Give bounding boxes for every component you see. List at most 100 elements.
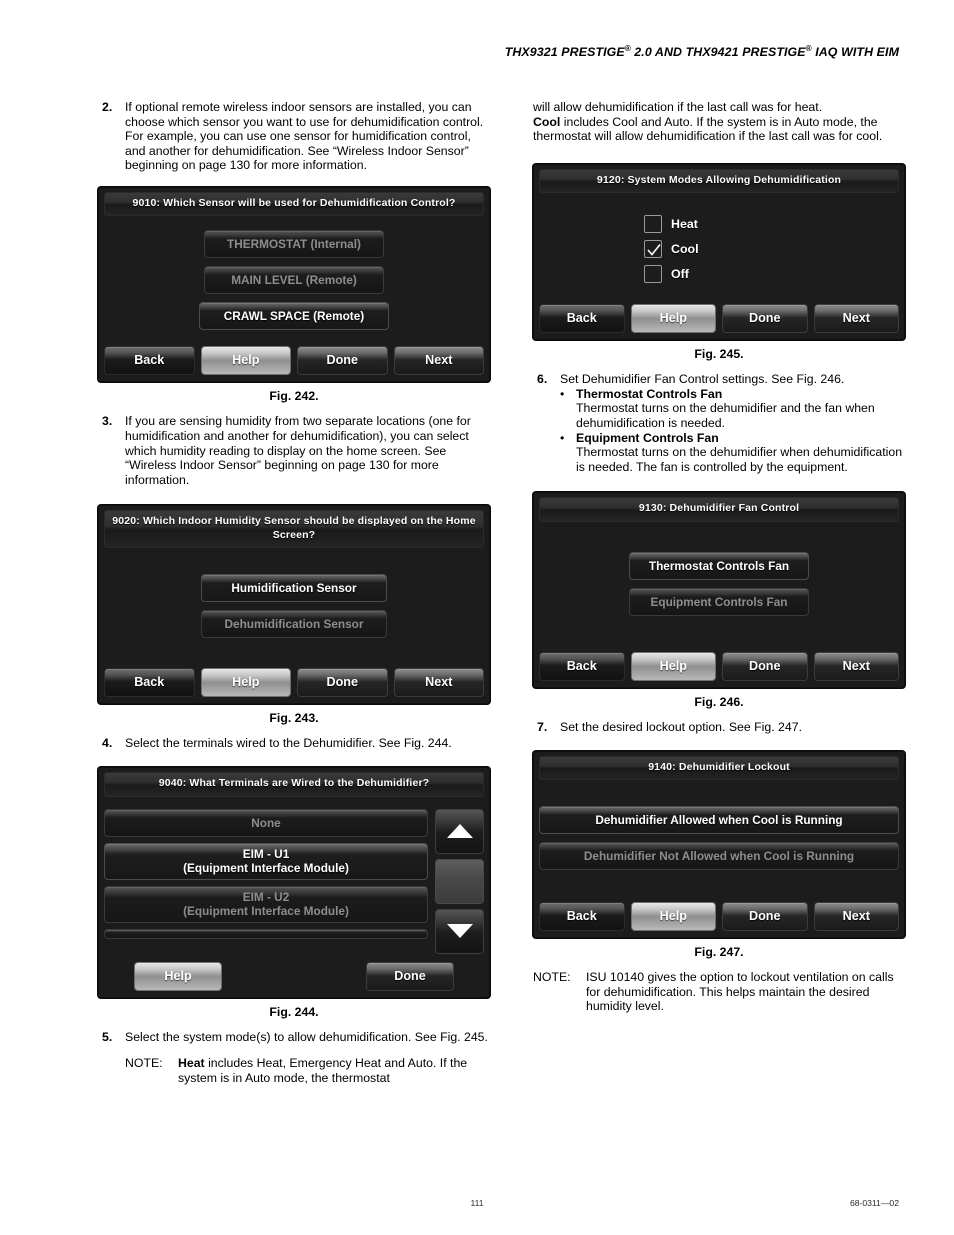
option-partial-row[interactable] [104, 928, 428, 939]
option-equipment-controls-fan[interactable]: Equipment Controls Fan [629, 587, 809, 616]
help-button[interactable]: Help [200, 346, 291, 376]
step-4-number: 4. [102, 736, 113, 751]
scroll-down-button[interactable] [435, 908, 484, 954]
page-header-title-part3: IAQ WITH EIM [811, 45, 899, 60]
next-button[interactable]: Next [393, 346, 484, 376]
footer-page-number: 111 [470, 1198, 484, 1208]
triangle-down-icon [446, 924, 473, 939]
right-column: will allow dehumidification if the last … [533, 100, 905, 1014]
nav-bar-9010: Back Help Done Next [104, 346, 484, 376]
back-button[interactable]: Back [539, 902, 625, 932]
system-mode-checkbox-list: Heat Cool Off [539, 201, 899, 298]
bullet-lead-1: Thermostat Controls Fan [576, 386, 723, 401]
option-eim-u1-line1: EIM - U1 [242, 846, 290, 861]
step-7: 7. Set the desired lockout option. See F… [533, 720, 905, 735]
option-crawl-space-remote[interactable]: CRAWL SPACE (Remote) [199, 302, 389, 331]
checkbox-heat[interactable] [644, 215, 662, 234]
nav-bar-9040: Help Done [104, 961, 484, 991]
next-button[interactable]: Next [813, 304, 899, 334]
option-eim-u1-line2: (Equipment Interface Module) [183, 860, 349, 875]
next-button[interactable]: Next [813, 651, 899, 681]
page-header: THX9321 PRESTIGE® 2.0 AND THX9421 PRESTI… [0, 44, 899, 59]
done-button[interactable]: Done [722, 902, 808, 932]
step-3-number: 3. [102, 414, 113, 429]
note-rest: includes Heat, Emergency Heat and Auto. … [178, 1056, 468, 1085]
option-dehumidifier-allowed[interactable]: Dehumidifier Allowed when Cool is Runnin… [539, 806, 899, 835]
checkbox-cool[interactable] [644, 240, 662, 259]
bullet-marker-icon-2: • [560, 430, 565, 445]
continued-lead-cool: Cool [533, 114, 561, 129]
checkbox-off[interactable] [644, 265, 662, 284]
nav-bar-9140: Back Help Done Next [539, 902, 899, 932]
triangle-up-icon [446, 824, 473, 839]
figure-caption-245: Fig. 245. [694, 347, 744, 362]
step-5: 5. Select the system mode(s) to allow de… [98, 1030, 490, 1045]
step-4: 4. Select the terminals wired to the Deh… [98, 736, 490, 751]
option-none[interactable]: None [104, 808, 428, 837]
option-eim-u1[interactable]: EIM - U1 (Equipment Interface Module) [104, 842, 428, 880]
help-button[interactable]: Help [630, 651, 716, 681]
back-button[interactable]: Back [539, 304, 625, 334]
checkbox-row-heat[interactable]: Heat [644, 215, 794, 234]
scrollbar[interactable] [435, 808, 484, 954]
done-button[interactable]: Done [722, 304, 808, 334]
note-text: Heat includes Heat, Emergency Heat and A… [178, 1056, 490, 1085]
final-note-label: NOTE: [533, 970, 571, 985]
figure-caption-244: Fig. 244. [269, 1004, 319, 1019]
terminal-option-list: None EIM - U1 (Equipment Interface Modul… [104, 808, 428, 954]
done-button[interactable]: Done [297, 346, 388, 376]
checkbox-row-cool[interactable]: Cool [644, 240, 794, 259]
screen-body-9010: THERMOSTAT (Internal) MAIN LEVEL (Remote… [104, 216, 484, 376]
done-button[interactable]: Done [297, 668, 388, 698]
step-2: 2. If optional remote wireless indoor se… [98, 100, 490, 173]
step-6-text: Set Dehumidifier Fan Control settings. S… [560, 372, 845, 387]
continued-paragraph-line2: Cool includes Cool and Auto. If the syst… [533, 115, 905, 144]
back-button[interactable]: Back [104, 668, 195, 698]
step-4-text: Select the terminals wired to the Dehumi… [125, 736, 452, 751]
scroll-up-button[interactable] [435, 808, 484, 854]
thermostat-screen-9120: 9120: System Modes Allowing Dehumidifica… [533, 163, 905, 341]
checkbox-label-heat: Heat [671, 217, 698, 232]
help-button[interactable]: Help [630, 902, 716, 932]
option-humidification-sensor[interactable]: Humidification Sensor [201, 574, 387, 603]
step-7-text: Set the desired lockout option. See Fig.… [560, 719, 802, 734]
option-dehumidifier-not-allowed[interactable]: Dehumidifier Not Allowed when Cool is Ru… [539, 842, 899, 871]
step-2-number: 2. [102, 100, 113, 114]
step-6-number: 6. [537, 372, 548, 387]
figure-caption-242: Fig. 242. [269, 389, 319, 404]
step-5-number: 5. [102, 1029, 113, 1044]
nav-bar-9020: Back Help Done Next [104, 668, 484, 698]
thermostat-screen-9040: 9040: What Terminals are Wired to the De… [98, 767, 490, 998]
bullet-text-1: Thermostat turns on the dehumidifier and… [576, 401, 875, 431]
step-5-text: Select the system mode(s) to allow dehum… [125, 1029, 488, 1044]
page-header-title-part2: 2.0 AND THX9421 PRESTIGE [630, 45, 806, 60]
step-7-number: 7. [537, 719, 548, 734]
option-thermostat-internal[interactable]: THERMOSTAT (Internal) [204, 230, 384, 259]
screen-body-9040: None EIM - U1 (Equipment Interface Modul… [104, 797, 484, 991]
back-button[interactable]: Back [104, 346, 195, 376]
done-button[interactable]: Done [722, 651, 808, 681]
done-button[interactable]: Done [366, 961, 454, 991]
scrollbar-thumb[interactable] [435, 858, 484, 904]
footer-document-code: 68-0311—02 [849, 1198, 899, 1208]
checkbox-label-off: Off [671, 267, 689, 282]
help-button[interactable]: Help [630, 304, 716, 334]
option-eim-u2[interactable]: EIM - U2 (Equipment Interface Module) [104, 885, 428, 923]
option-main-level-remote[interactable]: MAIN LEVEL (Remote) [204, 266, 384, 295]
help-button[interactable]: Help [200, 668, 291, 698]
figure-caption-243: Fig. 243. [269, 711, 319, 726]
next-button[interactable]: Next [393, 668, 484, 698]
option-eim-u2-line2: (Equipment Interface Module) [183, 903, 349, 918]
checkbox-row-off[interactable]: Off [644, 265, 794, 284]
option-thermostat-controls-fan[interactable]: Thermostat Controls Fan [629, 551, 809, 580]
option-dehumidification-sensor[interactable]: Dehumidification Sensor [201, 610, 387, 639]
screen-title-9010: 9010: Which Sensor will be used for Dehu… [104, 191, 484, 217]
help-button[interactable]: Help [134, 961, 222, 991]
step-3-text: If you are sensing humidity from two sep… [125, 414, 471, 487]
screen-title-9140: 9140: Dehumidifier Lockout [539, 755, 899, 781]
check-icon [647, 244, 661, 257]
thermostat-screen-9010: 9010: Which Sensor will be used for Dehu… [98, 186, 490, 383]
left-column: 2. If optional remote wireless indoor se… [98, 100, 490, 1085]
next-button[interactable]: Next [813, 902, 899, 932]
back-button[interactable]: Back [539, 651, 625, 681]
